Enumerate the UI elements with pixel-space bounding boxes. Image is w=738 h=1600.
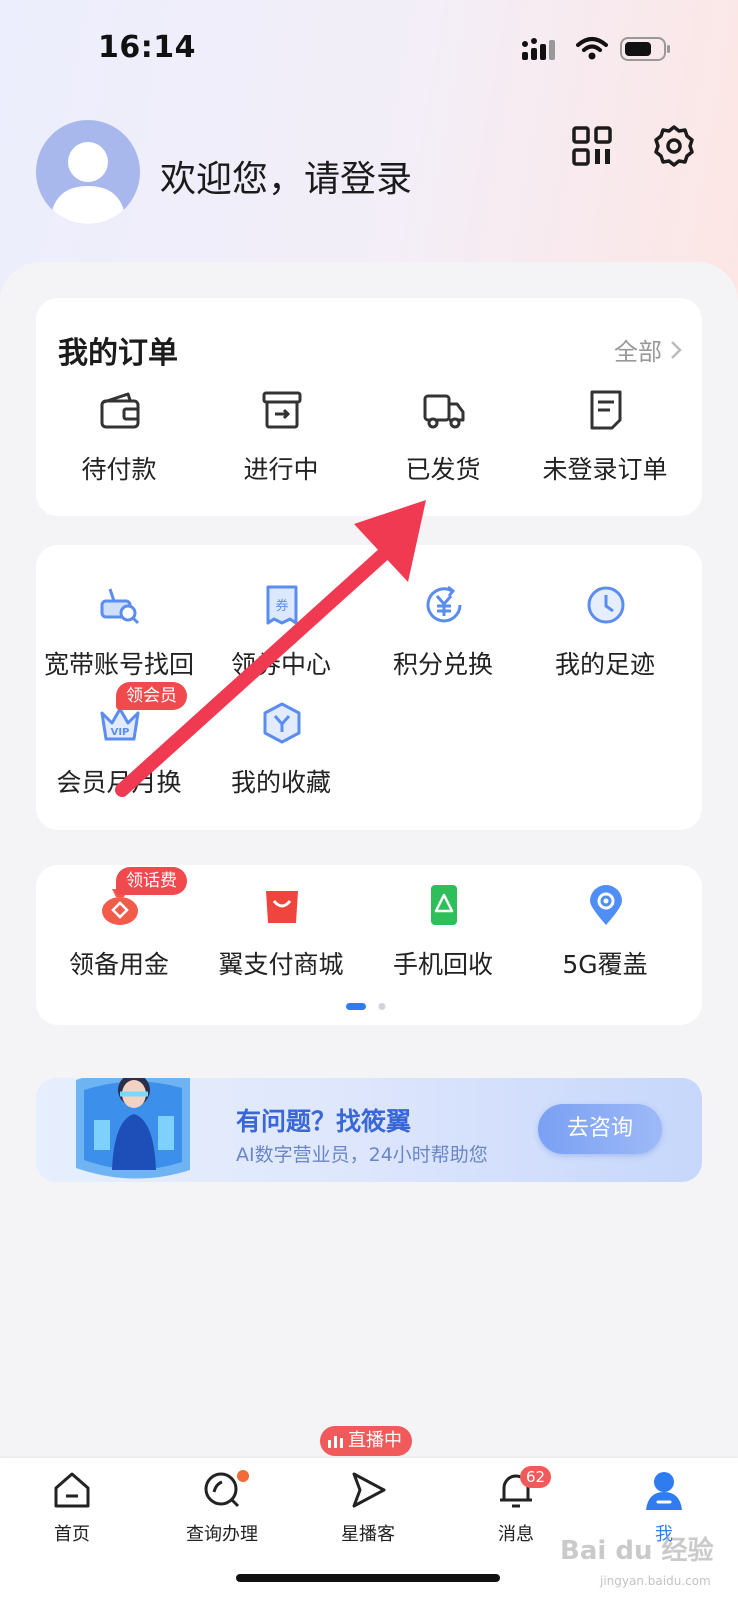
favorite-hexagon-icon [263,702,301,744]
service-coupon-center[interactable]: 券 领券中心 [198,583,364,683]
order-shipped[interactable]: 已发货 [360,388,526,488]
chevron-right-icon [671,340,682,359]
order-item-label: 未登录订单 [542,455,668,484]
tab-label: 首页 [54,1524,90,1545]
home-icon [54,1472,90,1508]
my-orders-card: 我的订单 全部 待付款 进行中 已发货 未登录订单 [36,298,702,516]
live-badge-label: 直播中 [348,1430,402,1451]
order-not-logged-in[interactable]: 未登录订单 [522,388,688,488]
home-indicator[interactable] [236,1574,500,1582]
status-bar: 16:14 [0,0,738,100]
person-silhouette-icon [50,142,126,224]
promo-item-label: 手机回收 [392,950,493,979]
status-time: 16:14 [98,30,196,65]
page-indicator [346,1003,386,1010]
gear-icon[interactable] [652,124,696,168]
orders-title: 我的订单 [58,336,178,371]
live-badge[interactable]: 直播中 [320,1426,412,1456]
ai-assistant-illustration [76,1078,190,1179]
order-pending-payment[interactable]: 待付款 [36,388,202,488]
tab-label: 查询办理 [186,1524,258,1545]
consult-button[interactable]: 去咨询 [538,1104,662,1154]
service-broadband-account[interactable]: 宽带账号找回 [36,583,202,683]
service-my-footprint[interactable]: 我的足迹 [522,583,688,683]
promo-item-label: 5G覆盖 [562,950,648,979]
promo-card: 领备用金 领话费 翼支付商城 手机回收 5G覆盖 [36,865,702,1025]
banner-subtitle: AI数字营业员，24小时帮助您 [236,1144,488,1166]
clock-icon [587,586,625,624]
promo-item-label: 领备用金 [68,950,169,979]
all-orders-label: 全部 [614,338,662,366]
promo-phone-recycle[interactable]: 手机回收 [360,883,526,983]
shopping-bag-icon [266,891,298,923]
svg-text:VIP: VIP [111,727,130,738]
svg-text:券: 券 [275,598,288,614]
service-item-label: 领券中心 [230,650,331,679]
service-my-favorites[interactable]: 我的收藏 [198,701,364,801]
box-arrow-icon [262,391,302,429]
all-orders-link[interactable]: 全部 [614,332,682,367]
member-tag: 领会员 [116,682,187,710]
message-count-badge: 62 [520,1466,552,1488]
service-item-label: 我的收藏 [230,768,331,797]
router-search-icon [100,588,140,625]
tab-messages[interactable]: 消息 [466,1470,566,1550]
coupon-icon: 券 [266,585,298,625]
tab-label: 消息 [498,1524,534,1545]
notification-dot [237,1470,249,1482]
service-item-label: 积分兑换 [392,650,493,679]
service-points-exchange[interactable]: 积分兑换 [360,583,526,683]
services-card: 宽带账号找回 券 领券中心 积分兑换 我的足迹 VIP 会员月月换 领会员 我的… [36,545,702,830]
promo-pay-mall[interactable]: 翼支付商城 [198,883,364,983]
banner-title: 有问题？找筱翼 [236,1107,412,1136]
qr-code-icon[interactable] [572,126,612,166]
tab-home[interactable]: 首页 [22,1470,122,1550]
promo-item-label: 翼支付商城 [218,950,344,979]
play-icon [352,1472,386,1508]
tab-podcast[interactable]: 星播客 [318,1470,418,1550]
tab-label: 星播客 [341,1524,395,1545]
service-item-label: 我的足迹 [554,650,655,679]
avatar[interactable] [36,120,140,224]
watermark-url: jingyan.baidu.com [600,1574,711,1588]
yuan-exchange-icon [426,585,462,623]
order-item-label: 进行中 [243,455,319,484]
service-item-label: 宽带账号找回 [43,650,194,679]
document-icon [590,390,622,430]
order-item-label: 待付款 [81,455,157,484]
cellular-signal-icon [522,38,555,60]
watermark: Bai du 经验 [560,1536,714,1566]
ai-assistant-banner[interactable]: 有问题？找筱翼 AI数字营业员，24小时帮助您 去咨询 [36,1078,702,1182]
promo-reserve-fund[interactable]: 领备用金 [36,883,202,983]
service-member-monthly[interactable]: VIP 会员月月换 [36,701,202,801]
wallet-icon [100,392,140,429]
service-item-label: 会员月月换 [56,768,182,797]
live-bars-icon [328,1436,343,1448]
phone-recycle-icon [431,885,457,925]
wifi-icon [576,37,608,60]
location-pin-icon [590,885,622,925]
order-item-label: 已发货 [405,455,481,484]
promo-5g-coverage[interactable]: 5G覆盖 [522,883,688,983]
person-icon [646,1472,682,1510]
tab-query[interactable]: 查询办理 [172,1470,272,1550]
search-icon [204,1472,240,1508]
battery-icon [620,37,670,61]
login-prompt[interactable]: 欢迎您，请登录 [160,150,412,202]
order-in-progress[interactable]: 进行中 [198,388,364,488]
phone-credit-tag: 领话费 [116,867,187,895]
truck-icon [423,394,465,429]
